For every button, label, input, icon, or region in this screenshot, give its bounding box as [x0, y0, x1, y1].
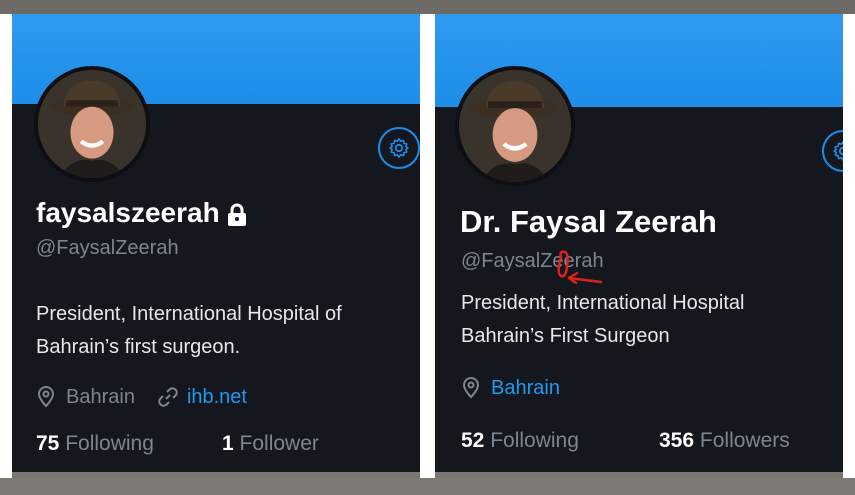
followers-count: 1 — [222, 432, 234, 455]
followers-stat[interactable]: 1 Follower — [222, 432, 319, 456]
lock-icon — [227, 203, 246, 226]
screenshot-frame-top — [0, 0, 855, 14]
website-link[interactable]: ihb.net — [187, 386, 247, 409]
profile-meta: Bahrain ihb.net — [36, 385, 247, 409]
screenshot-frame-bottom — [0, 478, 855, 495]
link-icon — [158, 387, 178, 407]
followers-label: Followers — [699, 429, 790, 452]
settings-button[interactable] — [822, 130, 843, 172]
avatar[interactable] — [34, 66, 150, 182]
display-name: faysalszeerah — [36, 197, 248, 229]
frame-edge-right — [843, 14, 855, 478]
settings-gear-icon — [389, 138, 409, 158]
following-stat[interactable]: 52 Following — [461, 429, 579, 453]
following-stat[interactable]: 75 Following — [36, 432, 154, 456]
bio-line-2: Bahrain’s First Surgeon — [461, 325, 670, 347]
following-count: 52 — [461, 429, 485, 452]
location-text[interactable]: Bahrain — [491, 377, 560, 400]
frame-edge-left — [0, 14, 12, 478]
followers-count: 356 — [659, 429, 695, 452]
display-name-text: faysalszeerah — [36, 197, 220, 228]
avatar-photo — [38, 70, 146, 178]
location-pin-icon — [462, 376, 480, 399]
profile-meta: Bahrain — [461, 376, 560, 400]
bio: President, International Hospital of Bah… — [36, 298, 342, 364]
avatar-photo — [459, 70, 571, 182]
bio: President, International Hospital Bahrai… — [461, 287, 745, 353]
following-label: Following — [65, 432, 154, 455]
followers-label: Follower — [239, 432, 319, 455]
profile-panel-left: faysalszeerah @FaysalZeerah President, I… — [12, 14, 420, 472]
following-label: Following — [490, 429, 579, 452]
bio-line-1: President, International Hospital — [461, 292, 745, 314]
following-count: 75 — [36, 432, 60, 455]
settings-button[interactable] — [378, 127, 420, 169]
handle: @FaysalZeerah — [461, 250, 604, 272]
profile-panel-right: Dr. Faysal Zeerah @FaysalZeerah Presiden… — [435, 14, 843, 472]
bio-line-2: Bahrain’s first surgeon. — [36, 336, 241, 358]
panel-divider — [420, 14, 435, 478]
settings-gear-icon — [833, 141, 843, 161]
bio-line-1: President, International Hospital of — [36, 303, 342, 325]
location-pin-icon — [37, 385, 55, 408]
followers-stat[interactable]: 356 Followers — [659, 429, 790, 453]
handle: @FaysalZeerah — [36, 237, 179, 259]
display-name: Dr. Faysal Zeerah — [460, 204, 717, 239]
location-text: Bahrain — [66, 385, 135, 408]
avatar[interactable] — [455, 66, 575, 186]
